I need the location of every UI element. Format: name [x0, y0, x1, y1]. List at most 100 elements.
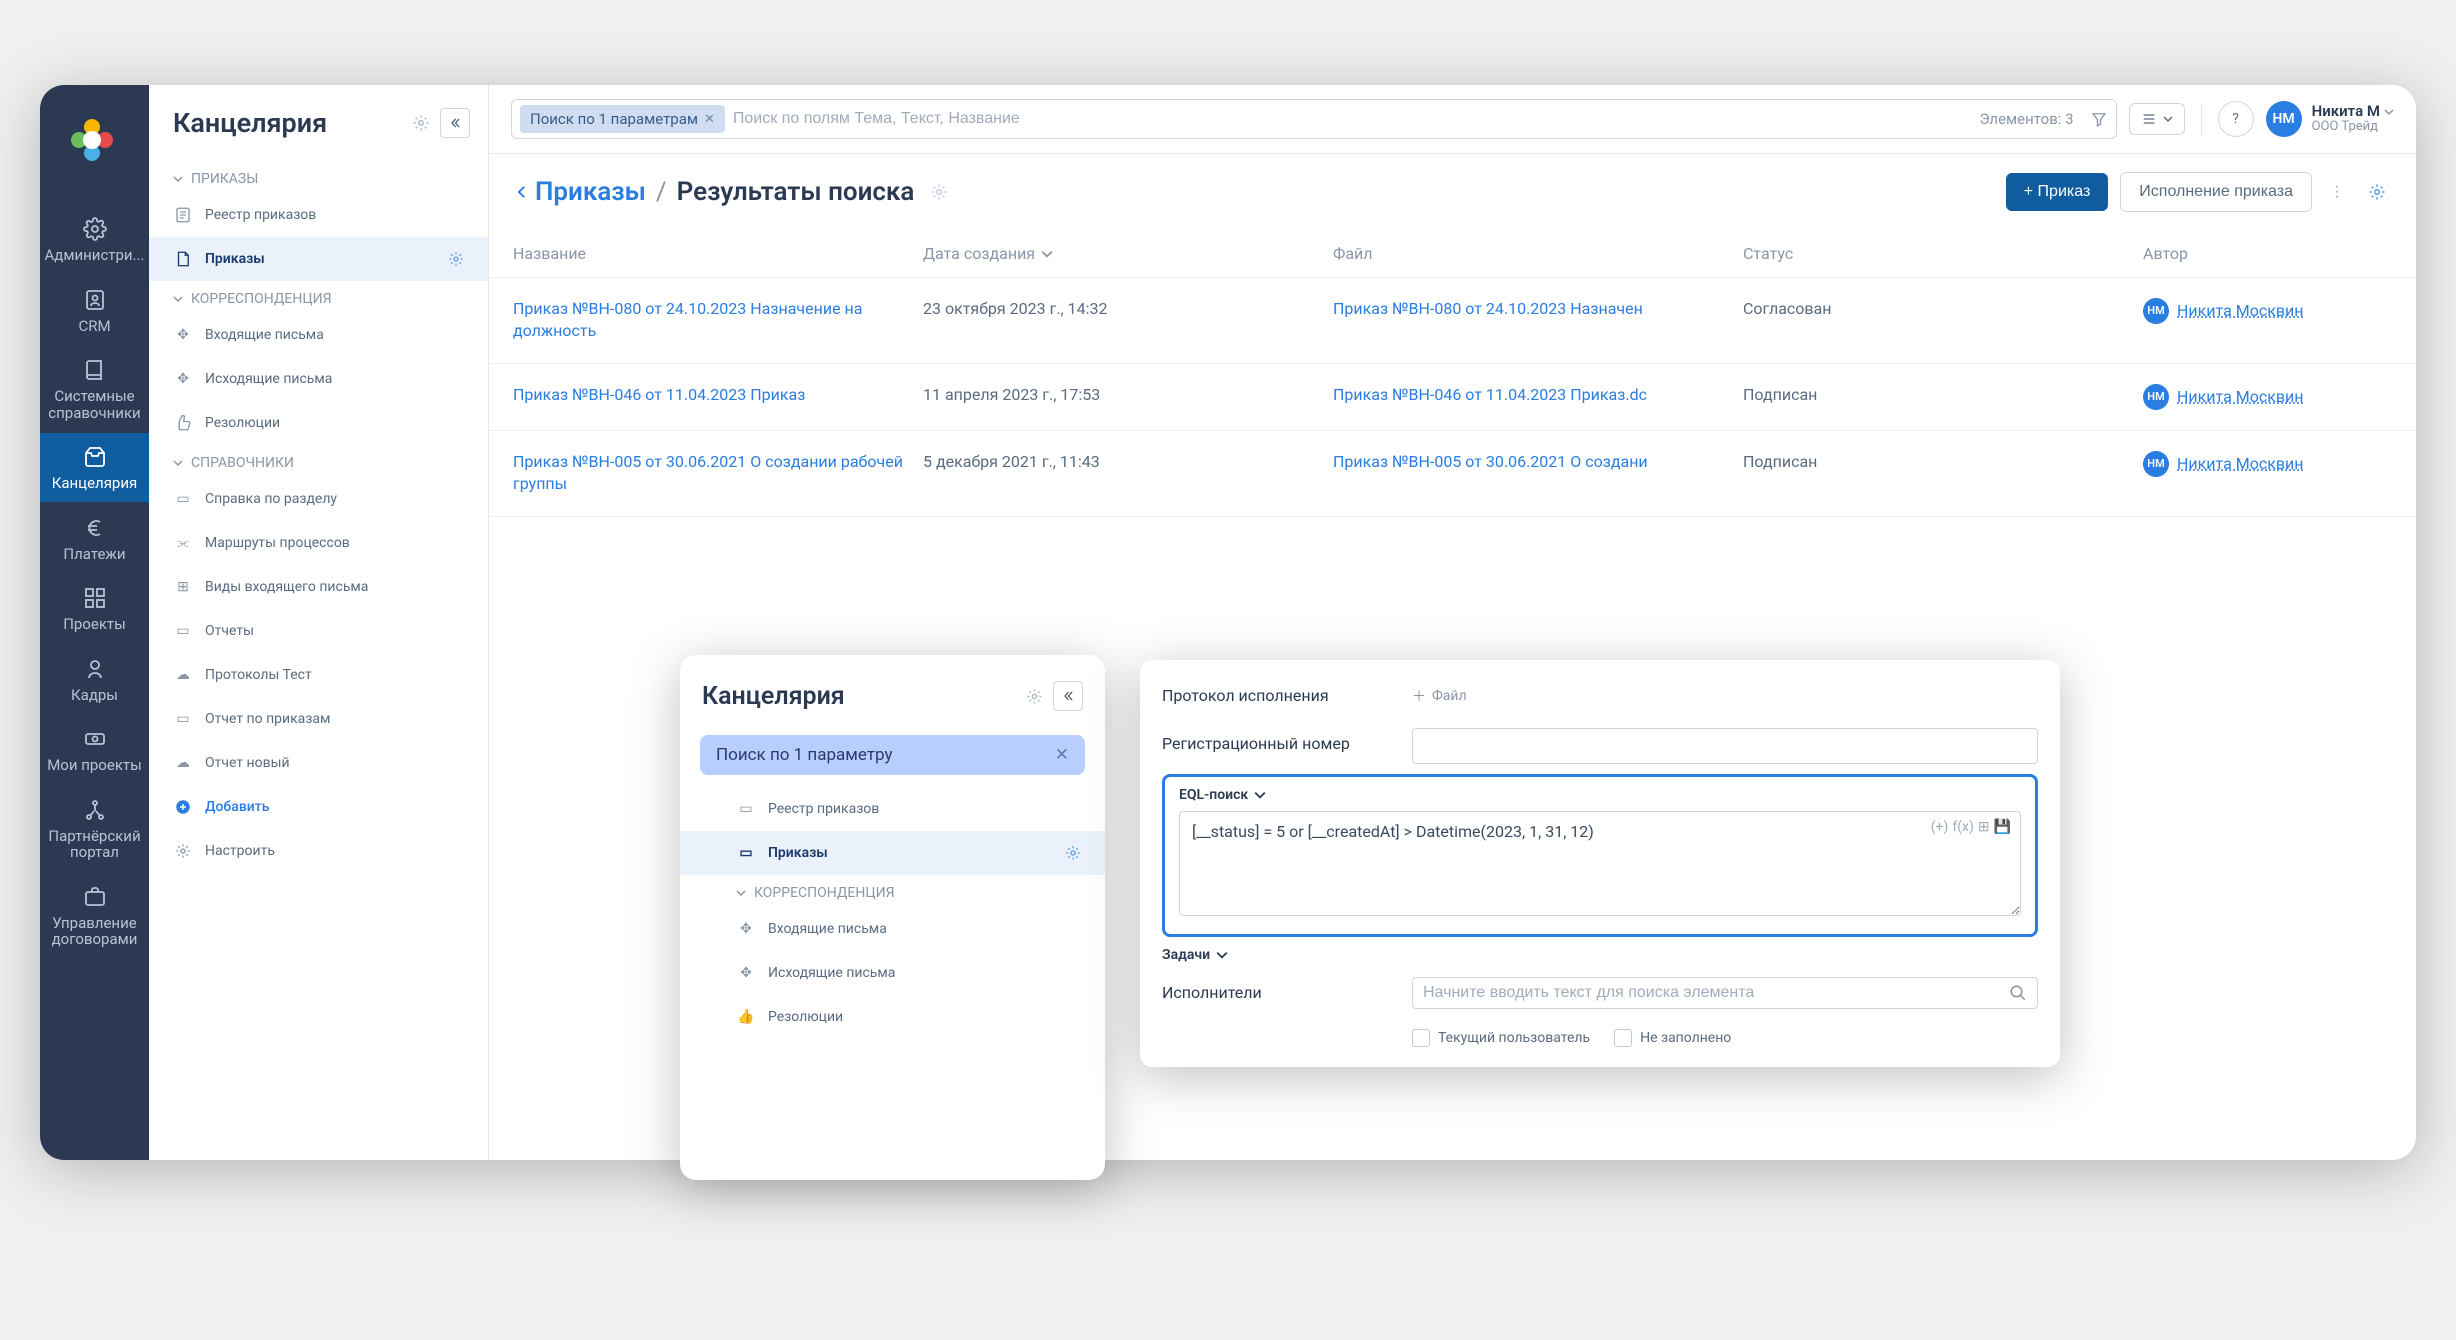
breadcrumb: Приказы / Результаты поиска + Приказ Исп…	[489, 154, 2416, 230]
popup-sidebar: Канцелярия Поиск по 1 параметру ✕ ▭ Реес…	[680, 655, 1105, 1180]
search-chip[interactable]: Поиск по 1 параметрам ✕	[520, 105, 725, 133]
avatar: НМ	[2143, 298, 2169, 324]
rail-item-partner[interactable]: Партнёрский портал	[40, 786, 149, 871]
new-order-button[interactable]: + Приказ	[2006, 173, 2109, 211]
help-button[interactable]: ?	[2218, 101, 2254, 137]
sidebar-item-outbox[interactable]: ✥ Исходящие письма	[149, 357, 488, 401]
sidebar-item-reports[interactable]: ▭Отчеты	[149, 609, 488, 653]
sidebar-item-orders[interactable]: Приказы	[149, 237, 488, 281]
search-input[interactable]	[733, 110, 1972, 128]
sidebar-item-registry[interactable]: Реестр приказов	[149, 193, 488, 237]
order-link[interactable]: Приказ №ВН-080 от 24.10.2023 Назначение …	[513, 298, 903, 343]
sidebar-group-correspondence[interactable]: КОРРЕСПОНДЕНЦИЯ	[149, 281, 488, 313]
gear-icon[interactable]	[448, 251, 464, 267]
user-menu[interactable]: НМ Никита М ООО Трейд	[2266, 101, 2394, 137]
rail-item-crm[interactable]: CRM	[40, 276, 149, 345]
rail-item-hr[interactable]: Кадры	[40, 645, 149, 714]
popup-item-res[interactable]: 👍Резолюции	[680, 995, 1105, 1039]
author-link[interactable]: Никита Москвин	[2177, 386, 2304, 408]
rail-item-payments[interactable]: Платежи	[40, 504, 149, 573]
page-icon: ▭	[173, 621, 193, 641]
popup-item-outbox[interactable]: ✥Исходящие письма	[680, 951, 1105, 995]
regnum-input[interactable]	[1412, 728, 2038, 764]
rail-item-refs[interactable]: Системные справочники	[40, 346, 149, 431]
view-mode-button[interactable]	[2129, 103, 2185, 135]
th-date[interactable]: Дата создания	[923, 244, 1333, 263]
thumb-icon: 👍	[736, 1007, 756, 1027]
author-link[interactable]: Никита Москвин	[2177, 453, 2304, 475]
money-icon	[81, 725, 109, 753]
executor-search[interactable]	[1412, 977, 2038, 1009]
file-link[interactable]: Приказ №ВН-005 от 30.06.2021 О создани	[1333, 451, 1723, 473]
eql-textarea[interactable]	[1179, 811, 2021, 916]
rail-item-registry[interactable]: Канцелярия	[40, 433, 149, 502]
chip-close-icon[interactable]: ✕	[1055, 745, 1069, 765]
gear-icon[interactable]	[2362, 177, 2392, 207]
insert-icon[interactable]: (+)	[1931, 819, 1949, 835]
sidebar-group-orders[interactable]: ПРИКАЗЫ	[149, 161, 488, 193]
rail-item-contracts[interactable]: Управление договорами	[40, 873, 149, 958]
filter-icon[interactable]	[2090, 110, 2108, 128]
checkbox-current-user[interactable]: Текущий пользователь	[1412, 1029, 1590, 1047]
collapse-button[interactable]	[1053, 681, 1083, 711]
popup-item-registry[interactable]: ▭ Реестр приказов	[680, 787, 1105, 831]
tasks-header[interactable]: Задачи	[1162, 947, 2038, 963]
rail-item-admin[interactable]: Администри...	[40, 205, 149, 274]
sidebar-item-routes[interactable]: ⫘Маршруты процессов	[149, 521, 488, 565]
popup-item-orders[interactable]: ▭ Приказы	[680, 831, 1105, 875]
sidebar-item-order-report[interactable]: ▭Отчет по приказам	[149, 697, 488, 741]
chip-close-icon[interactable]: ✕	[704, 112, 715, 127]
sidebar-configure-button[interactable]: Настроить	[149, 829, 488, 873]
thumb-icon	[173, 413, 193, 433]
eql-toolbar: (+) f(x) ⊞ 💾	[1931, 819, 2011, 835]
table-row[interactable]: Приказ №ВН-005 от 30.06.2021 О создании …	[489, 431, 2416, 517]
order-link[interactable]: Приказ №ВН-046 от 11.04.2023 Приказ	[513, 384, 903, 406]
gear-icon[interactable]	[1026, 688, 1043, 705]
exec-order-button[interactable]: Исполнение приказа	[2120, 172, 2312, 212]
rail-item-projects[interactable]: Проекты	[40, 574, 149, 643]
file-link[interactable]: Приказ №ВН-046 от 11.04.2023 Приказ.dc	[1333, 384, 1723, 406]
chevron-down-icon	[173, 294, 183, 304]
sidebar-group-refs[interactable]: СПРАВОЧНИКИ	[149, 445, 488, 477]
fx-icon[interactable]: f(x)	[1952, 819, 1973, 835]
sidebar-item-protocols[interactable]: ☁Протоколы Тест	[149, 653, 488, 697]
th-name[interactable]: Название	[513, 244, 923, 263]
sidebar-item-types[interactable]: ⊞Виды входящего письма	[149, 565, 488, 609]
th-status[interactable]: Статус	[1743, 244, 2143, 263]
sidebar-add-button[interactable]: Добавить	[149, 785, 488, 829]
more-icon[interactable]: ⋮	[2324, 178, 2350, 206]
th-author[interactable]: Автор	[2143, 244, 2392, 263]
rail-item-myprojects[interactable]: Мои проекты	[40, 715, 149, 784]
sidebar-item-new-report[interactable]: ☁Отчет новый	[149, 741, 488, 785]
sidebar-item-help[interactable]: ▭Справка по разделу	[149, 477, 488, 521]
filter-chip[interactable]: Поиск по 1 параметру ✕	[700, 735, 1085, 775]
eql-header[interactable]: EQL-поиск	[1179, 787, 2021, 803]
document-icon: ▭	[736, 799, 756, 819]
popup-item-inbox[interactable]: ✥Входящие письма	[680, 907, 1105, 951]
gear-icon[interactable]	[1065, 845, 1081, 861]
search-icon[interactable]	[2009, 984, 2027, 1002]
file-link[interactable]: Приказ №ВН-080 от 24.10.2023 Назначен	[1333, 298, 1723, 320]
element-count: Элементов: 3	[1979, 110, 2081, 128]
field-icon[interactable]: ⊞	[1978, 819, 1990, 835]
th-file[interactable]: Файл	[1333, 244, 1743, 263]
search-bar[interactable]: Поиск по 1 параметрам ✕ Элементов: 3	[511, 99, 2117, 139]
chevron-down-icon	[173, 174, 183, 184]
sidebar-item-resolutions[interactable]: Резолюции	[149, 401, 488, 445]
sidebar-item-inbox[interactable]: ✥ Входящие письма	[149, 313, 488, 357]
gear-icon[interactable]	[930, 183, 948, 201]
checkbox-icon	[1412, 1029, 1430, 1047]
breadcrumb-back[interactable]: Приказы	[513, 177, 646, 207]
author-link[interactable]: Никита Москвин	[2177, 300, 2304, 322]
save-icon[interactable]: 💾	[1994, 819, 2011, 835]
popup-group-corr[interactable]: КОРРЕСПОНДЕНЦИЯ	[680, 875, 1105, 907]
table-row[interactable]: Приказ №ВН-046 от 11.04.2023 Приказ 11 а…	[489, 364, 2416, 431]
collapse-button[interactable]	[440, 108, 470, 138]
page-icon: ▭	[736, 843, 756, 863]
checkbox-not-filled[interactable]: Не заполнено	[1614, 1029, 1731, 1047]
add-file-button[interactable]: ＋ Файл	[1412, 680, 2038, 712]
executor-input[interactable]	[1423, 984, 2001, 1002]
order-link[interactable]: Приказ №ВН-005 от 30.06.2021 О создании …	[513, 451, 903, 496]
table-row[interactable]: Приказ №ВН-080 от 24.10.2023 Назначение …	[489, 278, 2416, 364]
gear-icon[interactable]	[412, 114, 430, 132]
